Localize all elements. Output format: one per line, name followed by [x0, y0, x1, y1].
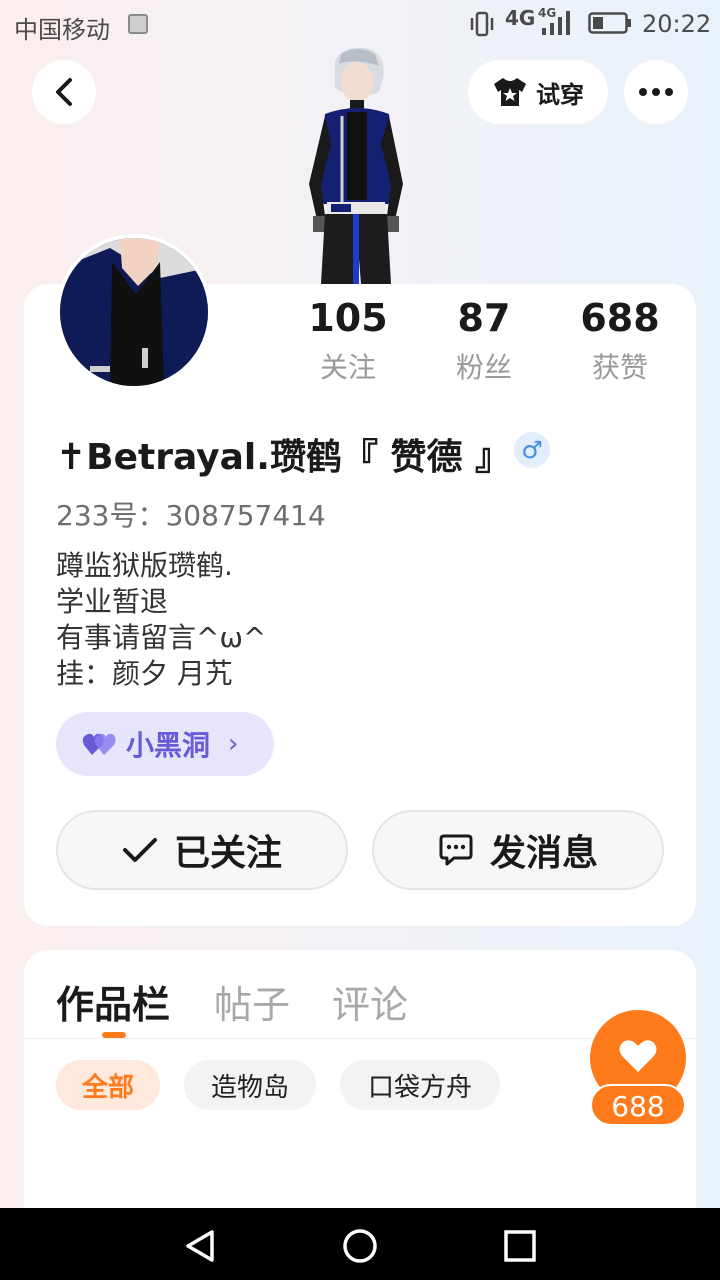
tab-posts[interactable]: 帖子 — [214, 974, 290, 1029]
check-icon — [122, 838, 157, 862]
status-bar: 中国移动 4G 4G 20:22 — [0, 0, 720, 50]
stat-fans[interactable]: 87 粉丝 — [424, 296, 544, 386]
nav-back-icon[interactable] — [180, 1226, 220, 1266]
stat-likes[interactable]: 688 获赞 — [560, 296, 680, 386]
vibrate-icon — [470, 11, 494, 37]
nav-home-icon[interactable] — [340, 1226, 380, 1266]
avatar[interactable] — [56, 234, 212, 390]
username: ✝Betrayal.瓒鹤『 赞德 』 — [56, 437, 512, 478]
filter-chip-ark[interactable]: 口袋方舟 — [340, 1060, 500, 1110]
tab-works[interactable]: 作品栏 — [56, 974, 170, 1029]
carrier-name: 中国移动 — [14, 16, 110, 44]
battery-icon — [588, 12, 631, 34]
following-count: 105 — [308, 296, 388, 340]
likes-count: 688 — [580, 296, 660, 340]
tshirt-icon — [494, 78, 526, 106]
double-heart-icon — [82, 733, 116, 755]
likes-label: 获赞 — [591, 351, 648, 384]
bio-line: 学业暂退 — [56, 585, 169, 618]
chat-bubble-icon — [439, 834, 473, 866]
nav-recent-apps-icon[interactable] — [500, 1226, 540, 1266]
following-label: 关注 — [319, 351, 376, 384]
character-figure — [309, 47, 403, 284]
network-type-1: 4G — [505, 6, 536, 30]
send-message-button[interactable]: 发消息 — [372, 810, 664, 890]
bio-line: 挂：颜夕 月艽 — [56, 657, 233, 690]
filter-chip-all[interactable]: 全部 — [56, 1060, 160, 1110]
back-button[interactable] — [32, 60, 96, 124]
status-time: 20:22 — [642, 10, 712, 38]
more-options-button[interactable] — [624, 60, 688, 124]
fans-count: 87 — [457, 296, 511, 340]
male-gender-icon: ♂ — [514, 432, 550, 468]
blackhole-label: 小黑洞 — [126, 729, 211, 762]
send-message-label: 发消息 — [489, 833, 598, 874]
blackhole-button[interactable]: 小黑洞 › — [56, 712, 274, 776]
bio: 蹲监狱版瓒鹤. 学业暂退 有事请留言^ω^ 挂：颜夕 月艽 — [56, 548, 266, 692]
try-on-button[interactable]: 试穿 — [468, 60, 608, 124]
image-notification-icon — [128, 14, 148, 34]
filter-chip-island[interactable]: 造物岛 — [184, 1060, 316, 1110]
fans-label: 粉丝 — [455, 351, 512, 384]
stat-following[interactable]: 105 关注 — [288, 296, 408, 386]
bio-line: 有事请留言^ω^ — [56, 621, 267, 654]
heart-icon — [619, 1040, 657, 1072]
more-dots-icon — [639, 88, 673, 96]
tab-comments[interactable]: 评论 — [332, 974, 408, 1029]
followed-button[interactable]: 已关注 — [56, 810, 348, 890]
avatar-image — [60, 238, 208, 386]
user-id: 233号：308757414 — [56, 499, 326, 532]
followed-label: 已关注 — [173, 833, 282, 874]
chevron-left-icon — [56, 78, 72, 106]
chevron-right-icon: › — [228, 729, 239, 759]
like-count-badge: 688 — [590, 1084, 686, 1126]
try-on-label: 试穿 — [536, 80, 584, 109]
bio-line: 蹲监狱版瓒鹤. — [56, 549, 233, 582]
signal-icon — [542, 11, 570, 35]
navigation-bar — [0, 1208, 720, 1280]
